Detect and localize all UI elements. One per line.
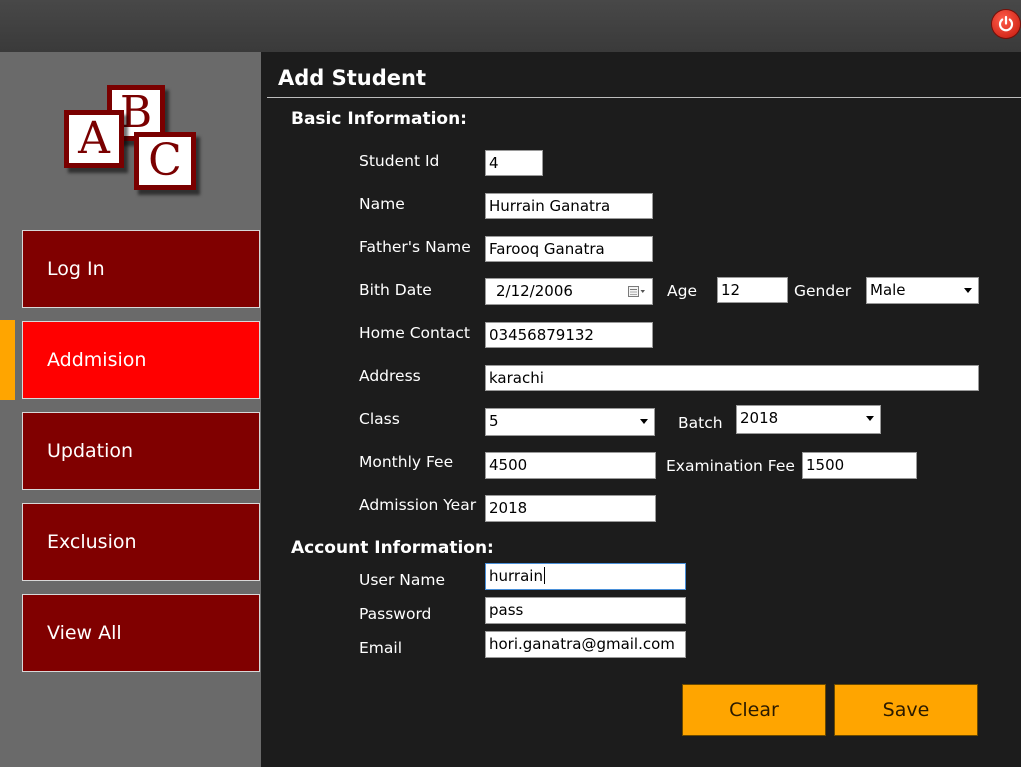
user-name-field[interactable]: hurrain <box>485 563 686 590</box>
nav-admission-label: Addmision <box>47 349 147 371</box>
nav-exclusion-label: Exclusion <box>47 531 137 553</box>
home-contact-field[interactable]: 03456879132 <box>485 322 653 348</box>
logo-letter-a: A <box>78 113 110 164</box>
age-label: Age <box>667 282 697 300</box>
nav-view-all-label: View All <box>47 622 122 644</box>
main-panel: Add Student Basic Information: Student I… <box>261 52 1021 767</box>
home-contact-label: Home Contact <box>359 324 471 342</box>
father-name-label: Father's Name <box>359 238 471 256</box>
admission-year-field[interactable]: 2018 <box>485 495 656 522</box>
nav-updation-label: Updation <box>47 440 134 462</box>
monthly-fee-field[interactable]: 4500 <box>485 452 656 479</box>
logo-letter-c: C <box>148 135 182 186</box>
basic-info-heading: Basic Information: <box>291 109 467 129</box>
save-button[interactable]: Save <box>834 684 978 736</box>
examination-fee-field[interactable]: 1500 <box>802 452 917 479</box>
logo-block-a: A <box>64 110 124 168</box>
abc-blocks-logo: B A C <box>60 80 210 205</box>
class-label: Class <box>359 410 400 428</box>
clear-button[interactable]: Clear <box>682 684 826 736</box>
password-field[interactable]: pass <box>485 597 686 624</box>
student-id-label: Student Id <box>359 152 440 170</box>
user-name-value: hurrain <box>489 567 543 585</box>
password-label: Password <box>359 605 432 623</box>
age-field[interactable]: 12 <box>717 277 788 303</box>
student-id-field[interactable]: 4 <box>485 150 543 176</box>
class-select[interactable]: 5 <box>485 408 655 436</box>
user-name-label: User Name <box>359 571 445 589</box>
admission-year-label: Admission Year <box>359 496 477 514</box>
logo-letter-b: B <box>119 87 153 138</box>
address-field[interactable]: karachi <box>485 365 979 391</box>
birth-date-label: Bith Date <box>359 281 432 299</box>
nav-exclusion[interactable]: Exclusion <box>22 503 260 581</box>
batch-value: 2018 <box>740 409 779 427</box>
name-label: Name <box>359 195 405 213</box>
gender-select[interactable]: Male <box>866 277 979 304</box>
active-nav-indicator <box>0 320 15 400</box>
text-caret <box>543 567 545 584</box>
class-value: 5 <box>489 412 499 430</box>
birth-date-picker[interactable]: 2/12/2006 <box>485 278 653 305</box>
nav-admission[interactable]: Addmision <box>22 321 260 399</box>
calendar-icon[interactable] <box>628 285 646 298</box>
birth-date-value: 2/12/2006 <box>496 282 573 300</box>
father-name-field[interactable]: Farooq Ganatra <box>485 236 653 262</box>
nav-login-label: Log In <box>47 258 105 280</box>
nav-view-all[interactable]: View All <box>22 594 260 672</box>
title-divider <box>267 97 1021 98</box>
power-button[interactable] <box>992 10 1020 38</box>
gender-value: Male <box>870 281 906 299</box>
chevron-down-icon <box>640 419 648 424</box>
batch-select[interactable]: 2018 <box>736 405 881 434</box>
logo-block-c: C <box>134 132 196 190</box>
account-info-heading: Account Information: <box>291 538 494 558</box>
name-field[interactable]: Hurrain Ganatra <box>485 193 653 219</box>
page-title: Add Student <box>278 66 427 90</box>
batch-label: Batch <box>678 414 723 432</box>
chevron-down-icon <box>866 416 874 421</box>
nav-updation[interactable]: Updation <box>22 412 260 490</box>
email-label: Email <box>359 639 403 657</box>
examination-fee-label: Examination Fee <box>666 457 795 475</box>
chevron-down-icon <box>964 288 972 293</box>
nav-login[interactable]: Log In <box>22 230 260 308</box>
gender-label: Gender <box>794 282 852 300</box>
monthly-fee-label: Monthly Fee <box>359 453 454 471</box>
power-icon <box>998 15 1014 32</box>
title-bar <box>0 0 1021 52</box>
address-label: Address <box>359 367 421 385</box>
email-field[interactable]: hori.ganatra@gmail.com <box>485 631 686 658</box>
